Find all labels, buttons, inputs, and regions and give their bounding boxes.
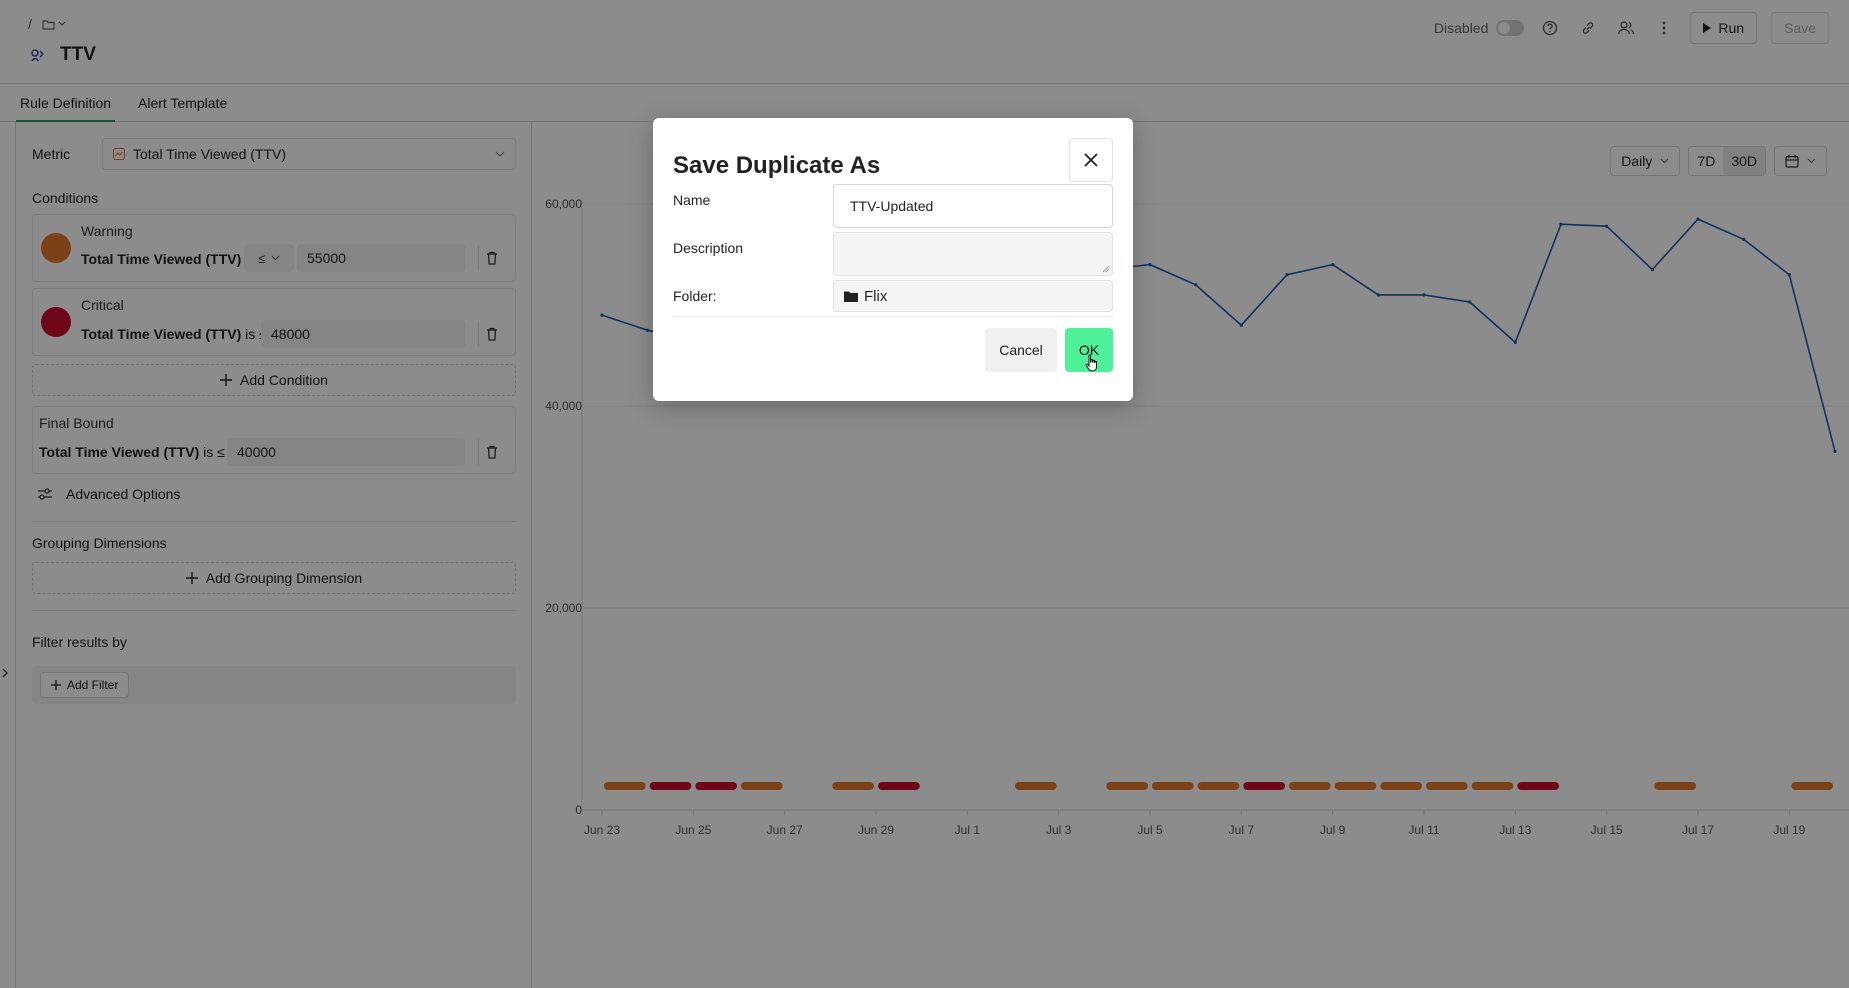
hand-cursor-icon — [1085, 354, 1097, 372]
cancel-button[interactable]: Cancel — [985, 328, 1057, 372]
divider — [673, 316, 1113, 317]
save-duplicate-dialog: Save Duplicate As Name TTV-Updated Descr… — [653, 118, 1133, 401]
folder-label: Folder: — [673, 288, 717, 304]
description-label: Description — [673, 240, 744, 256]
dialog-title: Save Duplicate As — [673, 152, 881, 179]
resize-handle-icon[interactable] — [1102, 265, 1110, 273]
name-input[interactable]: TTV-Updated — [833, 184, 1113, 228]
description-textarea[interactable] — [833, 232, 1113, 276]
folder-select[interactable]: Flix — [833, 280, 1113, 312]
name-label: Name — [673, 192, 711, 208]
folder-icon — [844, 291, 858, 302]
close-button[interactable] — [1069, 138, 1113, 182]
close-icon — [1084, 153, 1098, 167]
folder-value: Flix — [864, 287, 888, 305]
